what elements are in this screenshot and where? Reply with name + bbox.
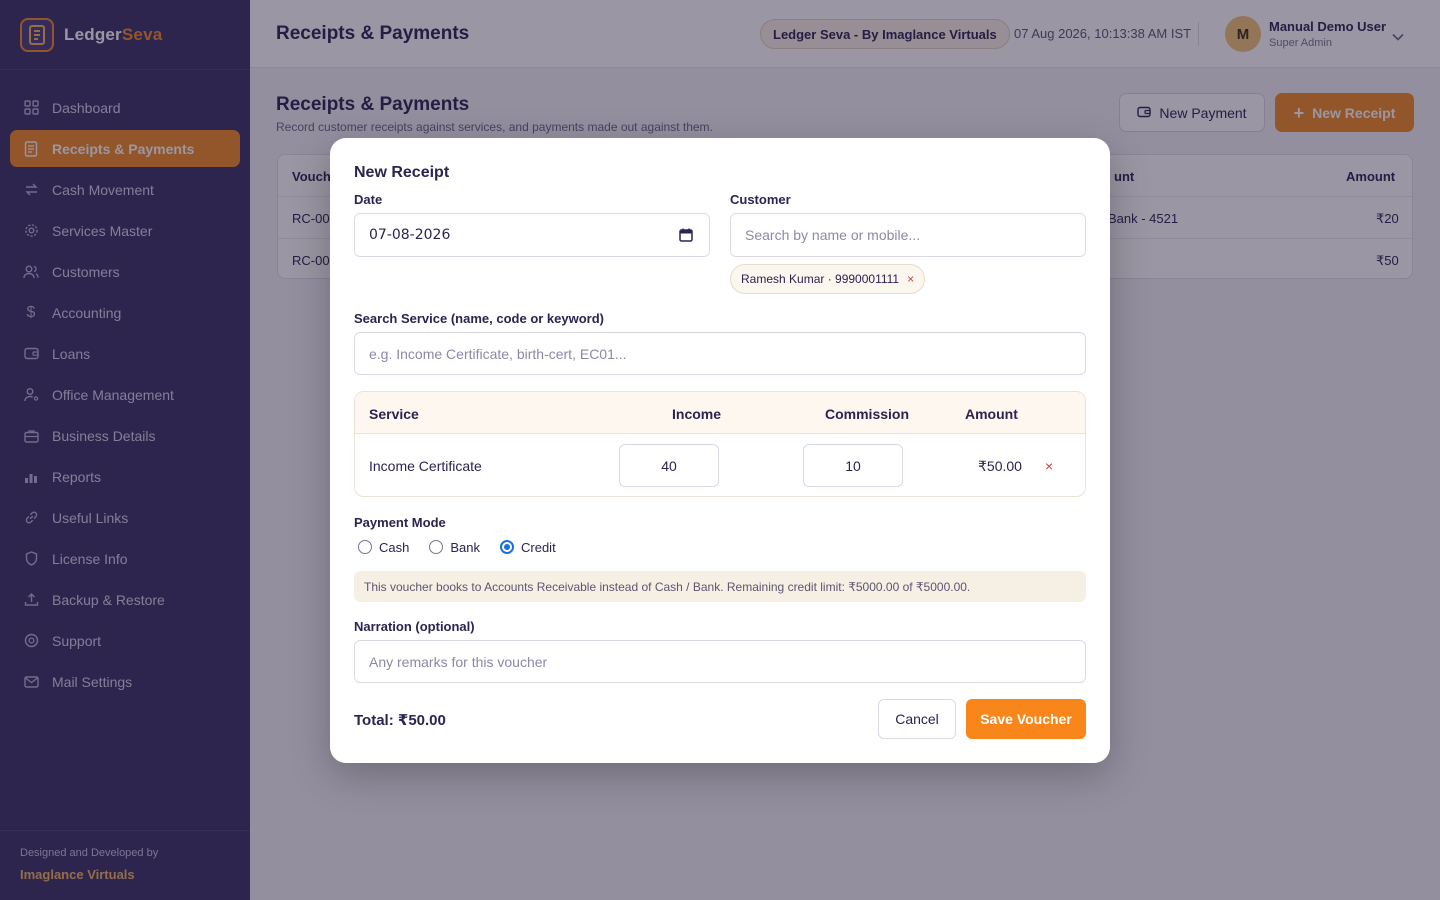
credit-info-note: This voucher books to Accounts Receivabl…	[354, 571, 1086, 602]
service-search-input[interactable]: e.g. Income Certificate, birth-cert, EC0…	[354, 332, 1086, 375]
payment-mode-cash-radio[interactable]	[358, 540, 372, 554]
selected-customer-chip: Ramesh Kumar · 9990001111 ×	[730, 264, 926, 294]
remove-line-icon[interactable]: ×	[1045, 458, 1053, 474]
column-header-income: Income	[672, 406, 722, 422]
payment-mode-bank-radio[interactable]	[429, 540, 444, 554]
service-lines-table: Service Income Commission Amount Income …	[354, 391, 1086, 497]
column-header-amount: Amount	[965, 406, 1018, 422]
payment-mode-label: Payment Mode	[354, 515, 446, 530]
customer-search-input[interactable]: Search by name or mobile...	[730, 213, 1086, 257]
save-voucher-button[interactable]: Save Voucher	[966, 699, 1086, 739]
new-receipt-modal: New Receipt Date 07-08-2026 Customer Sea…	[330, 138, 1110, 763]
payment-mode-cash-label[interactable]: Cash	[379, 540, 409, 555]
table-header-row: Service Income Commission Amount	[355, 392, 1085, 434]
calendar-icon[interactable]	[679, 228, 693, 246]
service-search-label: Search Service (name, code or keyword)	[354, 311, 604, 326]
line-amount: ₹50.00	[978, 458, 1022, 474]
payment-mode-credit-radio[interactable]	[500, 540, 514, 554]
voucher-total: Total: ₹50.00	[354, 712, 446, 729]
service-name: Income Certificate	[369, 458, 482, 474]
cancel-button[interactable]: Cancel	[878, 699, 956, 739]
narration-input[interactable]: Any remarks for this voucher	[354, 640, 1086, 683]
column-header-commission: Commission	[825, 406, 910, 422]
payment-mode-bank-label[interactable]: Bank	[450, 540, 480, 555]
narration-label: Narration (optional)	[354, 619, 475, 634]
modal-title: New Receipt	[354, 164, 450, 181]
payment-mode-group: Cash Bank Credit	[358, 538, 576, 556]
customer-label: Customer	[730, 192, 791, 207]
income-input[interactable]: 40	[619, 444, 719, 487]
date-label: Date	[354, 192, 383, 207]
customer-chip-label: Ramesh Kumar · 9990001111	[741, 272, 900, 286]
date-field[interactable]: 07-08-2026	[354, 213, 710, 257]
payment-mode-credit-label[interactable]: Credit	[521, 540, 556, 555]
column-header-service: Service	[369, 406, 419, 422]
date-value: 07-08-2026	[369, 227, 451, 243]
table-row: Income Certificate 40 10 ₹50.00 ×	[355, 434, 1085, 496]
remove-customer-icon[interactable]: ×	[907, 272, 914, 286]
commission-input[interactable]: 10	[803, 444, 903, 487]
